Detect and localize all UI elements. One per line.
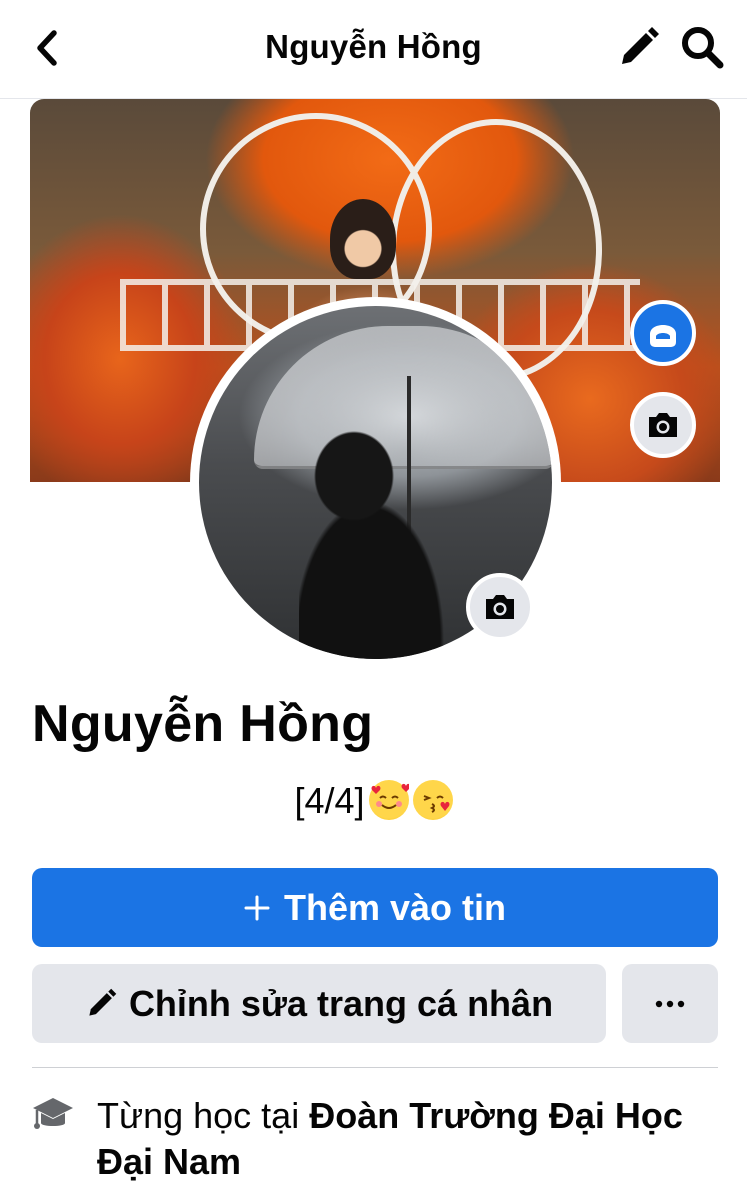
edit-profile-label: Chỉnh sửa trang cá nhân	[128, 982, 554, 1024]
edit-profile-button[interactable]: Chỉnh sửa trang cá nhân	[32, 964, 606, 1043]
smiling-face-with-hearts-icon	[368, 780, 409, 820]
cover-person	[330, 199, 396, 279]
more-horizontal-icon	[655, 1000, 685, 1007]
profile-bio: [4/4]	[0, 780, 747, 822]
search-icon[interactable]	[679, 24, 725, 70]
cover-camera-button[interactable]	[630, 392, 696, 458]
camera-icon	[486, 595, 514, 619]
profile-photo-person	[299, 431, 449, 659]
graduation-cap-icon	[33, 1098, 73, 1129]
more-options-button[interactable]	[622, 964, 718, 1043]
profile-name: Nguyễn Hồng	[32, 695, 374, 753]
top-navigation-bar: Nguyễn Hồng	[0, 0, 747, 99]
add-to-story-button[interactable]: Thêm vào tin	[32, 868, 718, 947]
plus-icon	[244, 895, 270, 920]
avatar-icon	[650, 325, 676, 347]
profile-camera-button[interactable]	[466, 573, 534, 641]
add-to-story-label: Thêm vào tin	[283, 886, 507, 928]
section-divider	[32, 1067, 718, 1068]
face-blowing-kiss-icon	[412, 780, 453, 820]
pencil-icon	[89, 988, 117, 1016]
camera-icon	[649, 413, 677, 437]
education-prefix: Từng học tại	[97, 1095, 310, 1136]
education-detail: Từng học tại Đoàn Trường Đại Học Đại Nam	[97, 1093, 697, 1185]
pencil-icon[interactable]	[616, 26, 660, 70]
bio-text: [4/4]	[294, 780, 365, 821]
avatar-button[interactable]	[630, 300, 696, 366]
